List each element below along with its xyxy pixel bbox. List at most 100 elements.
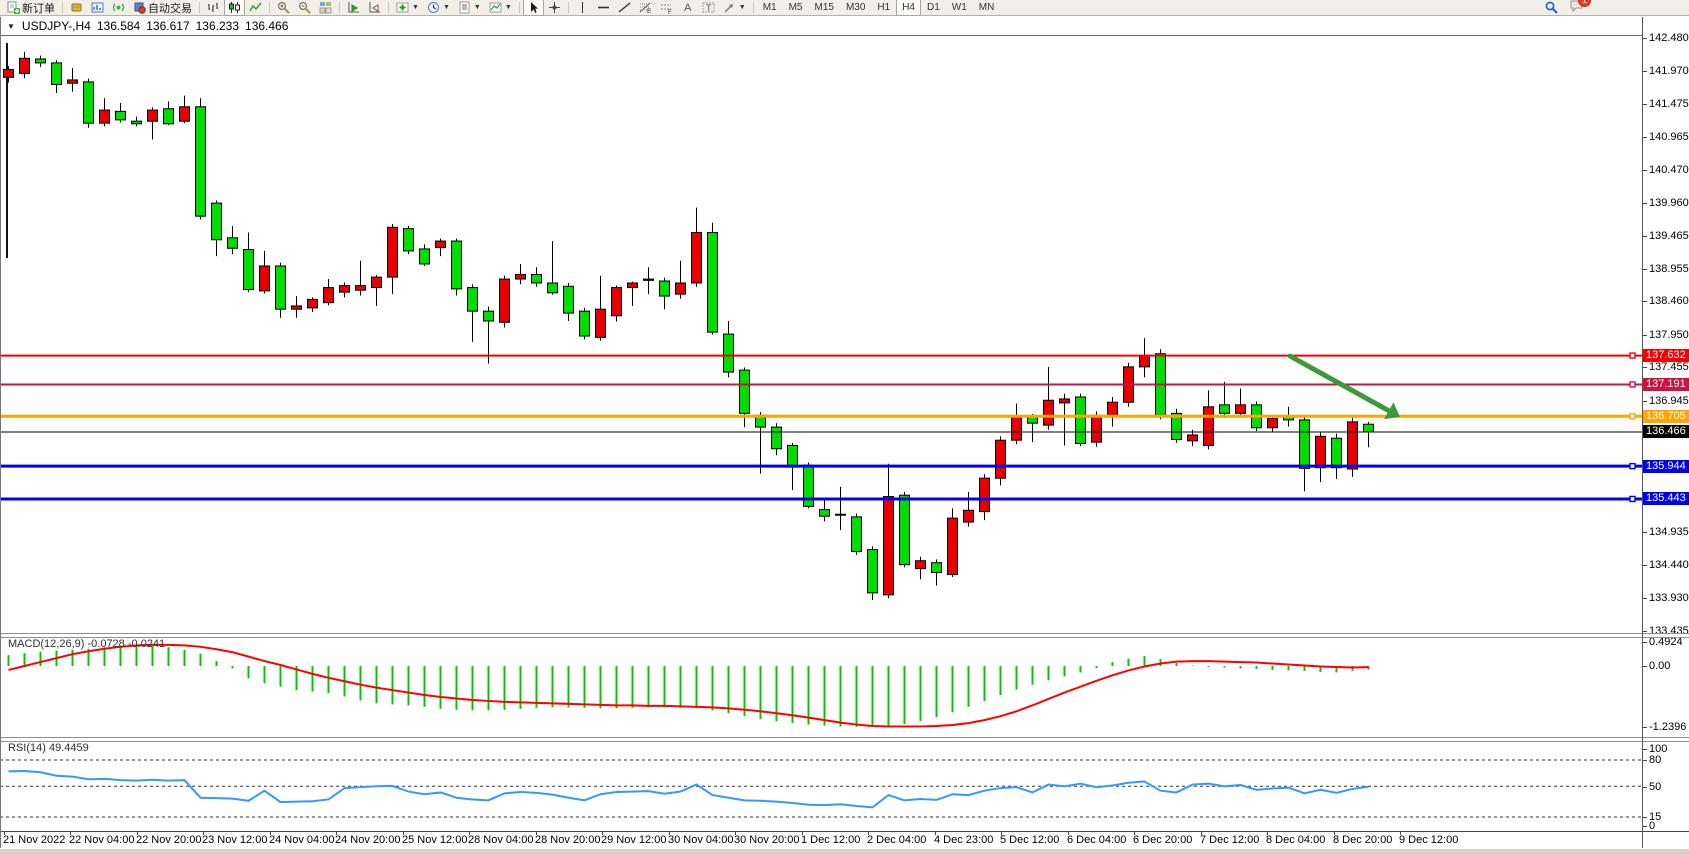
timeframe-mn[interactable]: MN [973, 0, 1001, 16]
candlestick-chart-button[interactable] [224, 0, 245, 16]
macd-label: MACD(12,26,9) -0.0728 -0.0241 [8, 638, 165, 650]
time-tick-label: 29 Nov 12:00 [601, 834, 666, 846]
macd-pane-divider[interactable] [0, 633, 1689, 638]
time-tick-mark [203, 831, 204, 835]
text-button[interactable]: A [677, 0, 698, 16]
timeframe-m5[interactable]: M5 [783, 0, 809, 16]
label-button[interactable]: T [698, 0, 719, 16]
hline-handle[interactable] [1630, 414, 1635, 419]
time-tick-label: 6 Dec 04:00 [1067, 834, 1126, 846]
rsi-pane-divider[interactable] [0, 737, 1689, 742]
tile-windows-button[interactable] [315, 0, 336, 16]
tile-icon [319, 1, 332, 14]
price-tick-label: 142.480 [1649, 32, 1689, 44]
price-tick-label: 134.440 [1649, 559, 1689, 571]
svg-text:T: T [706, 3, 712, 13]
toolbar-separator [519, 2, 520, 13]
time-axis-border [0, 831, 1689, 832]
indicator-tick-label: 80 [1649, 754, 1661, 766]
search-icon[interactable] [1545, 1, 1558, 14]
toolbar-separator [62, 2, 63, 13]
time-tick-mark [536, 831, 537, 835]
cursor-icon [527, 1, 540, 14]
fibonacci-button[interactable]: E [635, 0, 656, 16]
toolbar-separator [753, 2, 754, 13]
vertical-line-button[interactable] [572, 0, 593, 16]
chart-title-bar: ▼ USDJPY-,H4 136.584 136.617 136.233 136… [0, 17, 1642, 36]
toolbar-separator [339, 2, 340, 13]
zoom-in-button[interactable] [273, 0, 294, 16]
time-tick-label: 22 Nov 04:00 [69, 834, 134, 846]
time-tick-label: 25 Nov 12:00 [402, 834, 467, 846]
hline-handle[interactable] [1630, 353, 1635, 358]
zoom-out-button[interactable] [294, 0, 315, 16]
new-order-button[interactable]: 新订单 [3, 0, 59, 16]
timeframe-m15[interactable]: M15 [809, 0, 840, 16]
periods-button[interactable]: ▼ [423, 0, 454, 16]
timeframe-d1[interactable]: D1 [921, 0, 946, 16]
price-tick-label: 140.470 [1649, 164, 1689, 176]
templates-button[interactable]: ▼ [454, 0, 485, 16]
chevron-down-icon: ▼ [739, 4, 746, 11]
linechart-icon [249, 1, 262, 14]
toolbar-buttons: 新订单 自动交易 ▼ ▼ ▼ ▼ E F AT ▼ [3, 0, 757, 16]
zoom-in-icon [277, 1, 290, 14]
svg-text:F: F [668, 10, 672, 14]
macd-pane [9, 645, 1369, 727]
time-tick-mark [735, 831, 736, 835]
indicator-windows-button[interactable]: ▼ [485, 0, 516, 16]
price-tick-label: 134.935 [1649, 526, 1689, 538]
ohlc-high: 136.617 [146, 19, 189, 33]
timeframe-m30[interactable]: M30 [840, 0, 871, 16]
auto-scroll-button[interactable] [343, 0, 364, 16]
channel-button[interactable]: F [656, 0, 677, 16]
hline-handle[interactable] [1630, 382, 1635, 387]
chart-canvas[interactable] [0, 0, 1689, 855]
add-indicator-button[interactable]: ▼ [392, 0, 423, 16]
toolbar: 新订单 自动交易 ▼ ▼ ▼ ▼ E F AT ▼ M1M5M15M30H1H4D1W1MN 1 [0, 0, 1689, 16]
time-tick-mark [802, 831, 803, 835]
price-tick-label: 139.960 [1649, 197, 1689, 209]
timeframe-w1[interactable]: W1 [946, 0, 973, 16]
rsi-value: 49.4459 [49, 742, 89, 754]
trendline-button[interactable] [614, 0, 635, 16]
signals-button[interactable] [108, 0, 129, 16]
shift-icon [368, 1, 381, 14]
chart-shift-button[interactable] [364, 0, 385, 16]
history-center-button[interactable] [66, 0, 87, 16]
toolbar-separator [568, 2, 569, 13]
auto-trading-button[interactable]: 自动交易 [129, 0, 196, 16]
market-watch-icon [91, 1, 104, 14]
timeframe-h1[interactable]: H1 [871, 0, 896, 16]
indicator-tick-label: 50 [1649, 781, 1661, 793]
hline-handle[interactable] [1630, 496, 1635, 501]
hline-handle[interactable] [1630, 464, 1635, 469]
time-tick-mark [935, 831, 936, 835]
crosshair-button[interactable] [544, 0, 565, 16]
chevron-down-icon: ▼ [505, 4, 512, 11]
timeframe-m1[interactable]: M1 [757, 0, 783, 16]
crosshair-icon [548, 1, 561, 14]
timeframe-h4[interactable]: H4 [896, 0, 921, 16]
chevron-down-icon: ▼ [443, 4, 450, 11]
indicator-tick-label: 0.00 [1649, 660, 1670, 672]
fibo-icon: E [639, 1, 652, 14]
channel-icon: F [660, 1, 673, 14]
period-icon [427, 1, 440, 14]
chart-left-border [0, 17, 1, 848]
one-click-trading-toggle-icon[interactable]: ▼ [7, 22, 15, 31]
toolbar-separator [269, 2, 270, 13]
shapes-button[interactable]: ▼ [719, 0, 750, 16]
time-tick-mark [336, 831, 337, 835]
time-tick-mark [403, 831, 404, 835]
line-chart-button[interactable] [245, 0, 266, 16]
horizontal-line-button[interactable] [593, 0, 614, 16]
time-tick-label: 23 Nov 12:00 [202, 834, 267, 846]
time-tick-mark [270, 831, 271, 835]
bar-chart-button[interactable] [203, 0, 224, 16]
price-tick-label: 138.460 [1649, 295, 1689, 307]
market-watch-button[interactable] [87, 0, 108, 16]
cursor-button[interactable] [523, 0, 544, 16]
notifications-button[interactable]: 1 [1570, 0, 1584, 17]
time-tick-mark [70, 831, 71, 835]
